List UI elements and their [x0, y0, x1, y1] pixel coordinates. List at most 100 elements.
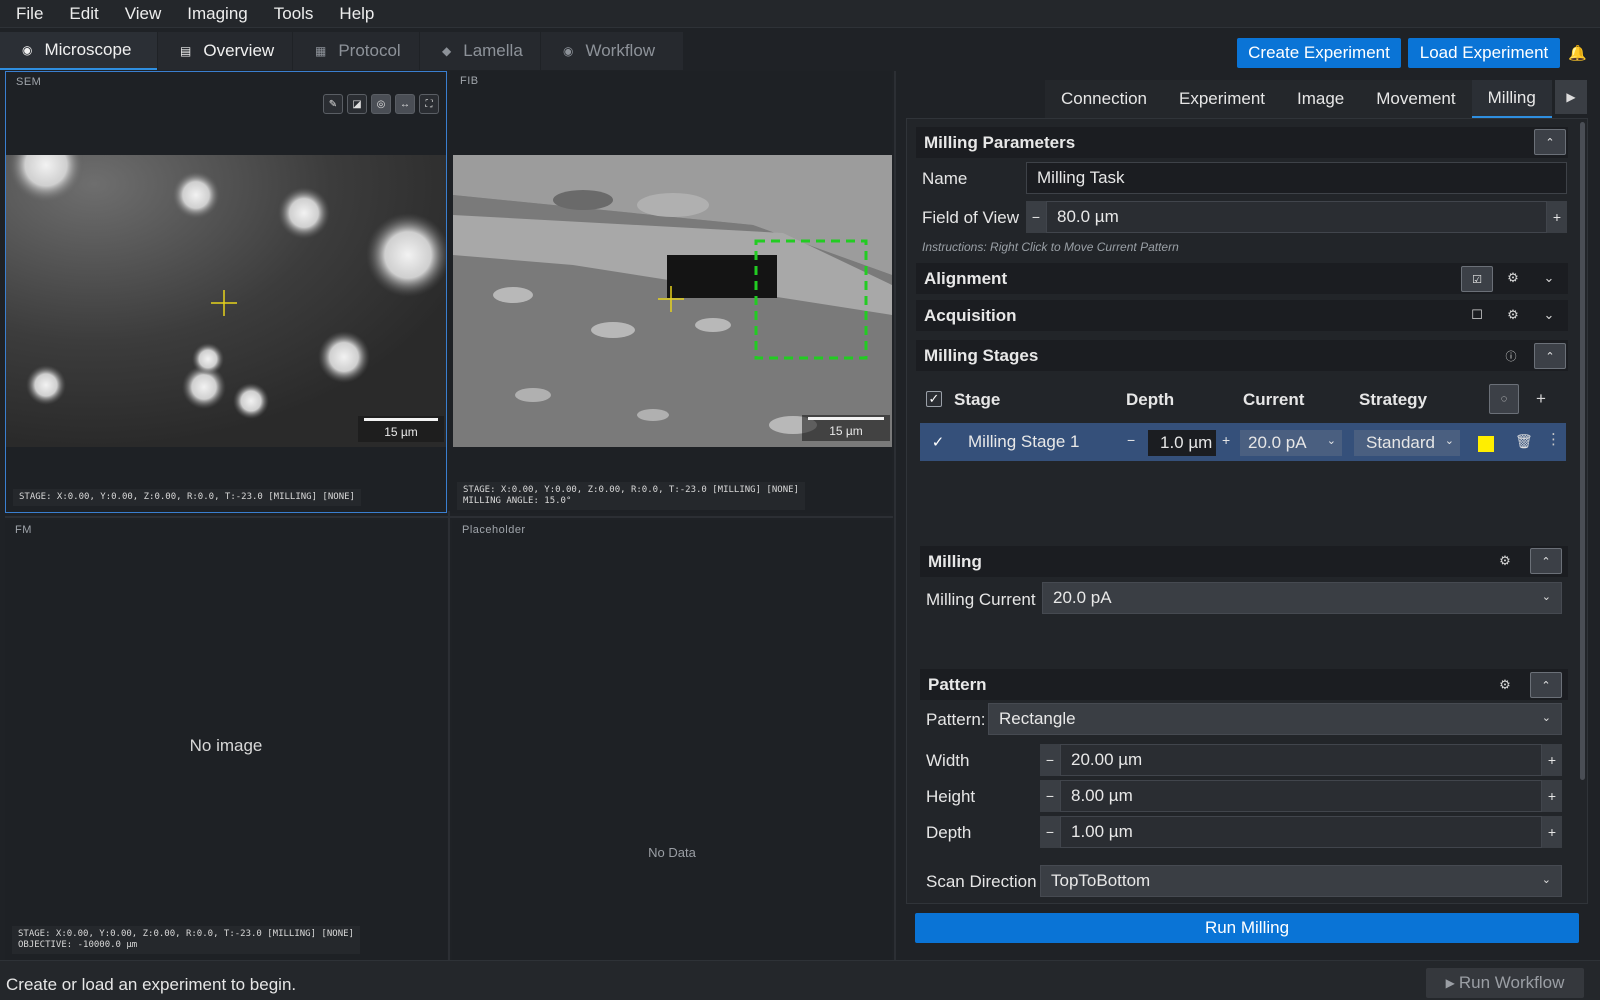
chevron-down-icon[interactable]: ⌄	[1538, 304, 1560, 326]
milling-current-select[interactable]: 20.0 pA ⌄	[1042, 582, 1562, 614]
run-milling-button[interactable]: Run Milling	[915, 913, 1579, 943]
chevron-down-icon: ⌄	[1326, 435, 1336, 447]
create-experiment-button[interactable]: Create Experiment	[1237, 38, 1401, 68]
tab-workflow[interactable]: ◉ Workflow	[541, 32, 683, 70]
fib-image[interactable]	[453, 155, 892, 447]
menu-tools[interactable]: Tools	[274, 4, 314, 24]
instructions-text: Instructions: Right Click to Move Curren…	[922, 240, 1179, 254]
decrement-button[interactable]: −	[1040, 780, 1060, 812]
tab-image[interactable]: Image	[1281, 80, 1361, 118]
decrement-button[interactable]: −	[1040, 744, 1060, 776]
bell-icon[interactable]: 🔔	[1568, 44, 1587, 62]
pattern-select[interactable]: Rectangle ⌄	[988, 703, 1562, 735]
collapse-chevron-up-icon[interactable]: ⌃	[1534, 343, 1566, 369]
width-spinbox[interactable]: − 20.00 µm +	[1040, 744, 1562, 776]
height-value[interactable]: 8.00 µm	[1060, 780, 1542, 812]
tab-experiment[interactable]: Experiment	[1163, 80, 1281, 118]
depth-value[interactable]: 1.00 µm	[1060, 816, 1542, 848]
scale-label: 15 µm	[384, 425, 418, 439]
increment-button[interactable]: +	[1542, 816, 1562, 848]
col-current: Current	[1243, 390, 1305, 409]
strategy-select[interactable]: Standard ⌄	[1354, 430, 1460, 456]
pencil-icon[interactable]: ✎	[323, 94, 343, 114]
sliders-icon[interactable]: ⚙	[1502, 267, 1524, 289]
menu-file[interactable]: File	[16, 4, 43, 24]
drag-handle-icon[interactable]: ⋮	[1546, 430, 1561, 448]
sem-viewer[interactable]: SEM ✎ ◪ ◎ ↔ ⛶ 15 µm STAGE: X:0.00, Y:0.0…	[5, 71, 447, 513]
increment-button[interactable]: +	[1542, 780, 1562, 812]
run-workflow-label: Run Workflow	[1458, 973, 1565, 992]
tab-milling[interactable]: Milling	[1471, 80, 1552, 118]
width-label: Width	[926, 751, 970, 770]
fov-value[interactable]: 80.0 µm	[1046, 201, 1547, 233]
collapse-chevron-up-icon[interactable]: ⌃	[1534, 129, 1566, 155]
load-experiment-button[interactable]: Load Experiment	[1408, 38, 1560, 68]
ruler-icon[interactable]: ↔	[395, 94, 415, 114]
objective-line: OBJECTIVE: -10000.0 µm	[18, 940, 138, 950]
scan-direction-select[interactable]: TopToBottom ⌄	[1040, 865, 1562, 897]
sliders-icon[interactable]: ⚙	[1494, 674, 1516, 696]
chevron-right-icon[interactable]: ▶	[1555, 80, 1587, 114]
tab-protocol[interactable]: ▦ Protocol	[293, 32, 419, 70]
height-spinbox[interactable]: − 8.00 µm +	[1040, 780, 1562, 812]
splitter-main[interactable]	[894, 71, 896, 963]
run-workflow-button[interactable]: ▶ Run Workflow	[1426, 968, 1584, 998]
fov-spinbox[interactable]: − 80.0 µm +	[1026, 201, 1567, 233]
sliders-icon[interactable]: ⚙	[1502, 304, 1524, 326]
chevron-down-icon: ⌄	[1541, 591, 1551, 603]
microscope-icon: ◉	[22, 43, 33, 57]
trash-icon[interactable]: 🗑	[1515, 433, 1533, 450]
stage-color-swatch[interactable]	[1478, 436, 1494, 452]
sem-image[interactable]	[6, 155, 446, 447]
decrement-button[interactable]: −	[1040, 816, 1060, 848]
add-stage-icon[interactable]: +	[1530, 388, 1552, 410]
pattern-value: Rectangle	[999, 709, 1076, 728]
tab-microscope[interactable]: ◉ Microscope	[0, 32, 157, 70]
depth-increment[interactable]: +	[1222, 432, 1230, 448]
increment-button[interactable]: +	[1547, 201, 1567, 233]
chevron-down-icon[interactable]: ⌄	[1538, 267, 1560, 289]
info-icon[interactable]: ⓘ	[1500, 345, 1522, 367]
depth-decrement[interactable]: −	[1127, 432, 1135, 448]
width-value[interactable]: 20.00 µm	[1060, 744, 1542, 776]
stage-status-line: STAGE: X:0.00, Y:0.00, Z:0.00, R:0.0, T:…	[463, 485, 799, 495]
contrast-icon[interactable]: ◪	[347, 94, 367, 114]
menu-view[interactable]: View	[125, 4, 162, 24]
viewer-label: SEM	[16, 76, 42, 88]
name-input[interactable]: Milling Task	[1026, 162, 1567, 194]
collapse-chevron-up-icon[interactable]: ⌃	[1530, 548, 1562, 574]
stage-checkbox[interactable]: ✓	[930, 434, 946, 451]
tab-connection[interactable]: Connection	[1045, 80, 1164, 118]
fib-viewer[interactable]: FIB 15 µm STAGE: X:0.00, Y:0.00, Z:0.00,…	[450, 71, 892, 513]
square-icon[interactable]: ☐	[1466, 304, 1488, 326]
increment-button[interactable]: +	[1542, 744, 1562, 776]
scrollbar[interactable]	[1580, 122, 1585, 780]
stage-name[interactable]: Milling Stage 1	[968, 432, 1080, 452]
menu-imaging[interactable]: Imaging	[187, 4, 247, 24]
fit-screen-icon[interactable]: ⛶	[419, 94, 439, 114]
sliders-icon[interactable]: ⚙	[1494, 550, 1516, 572]
eye-off-icon[interactable]: ◌	[1489, 384, 1519, 414]
checkbox-icon[interactable]: ☑	[1461, 266, 1493, 292]
collapse-chevron-up-icon[interactable]: ⌃	[1530, 672, 1562, 698]
tab-overview[interactable]: ▤ Overview	[158, 32, 292, 70]
viewer-label: FIB	[460, 75, 479, 87]
decrement-button[interactable]: −	[1026, 201, 1046, 233]
chevron-down-icon: ⌄	[1444, 435, 1454, 447]
select-all-checkbox[interactable]: ✓	[926, 391, 942, 407]
depth-spinbox[interactable]: − 1.00 µm +	[1040, 816, 1562, 848]
scale-bar: 15 µm	[358, 416, 444, 442]
target-icon[interactable]: ◎	[371, 94, 391, 114]
section-title: Acquisition	[924, 305, 1017, 325]
menu-help[interactable]: Help	[339, 4, 374, 24]
depth-input[interactable]: 1.0 µm	[1148, 430, 1216, 456]
menu-edit[interactable]: Edit	[69, 4, 98, 24]
stage-status-line: STAGE: X:0.00, Y:0.00, Z:0.00, R:0.0, T:…	[18, 929, 354, 939]
tab-lamella[interactable]: ◆ Lamella	[420, 32, 540, 70]
tab-movement[interactable]: Movement	[1360, 80, 1472, 118]
milling-stages-header: Milling Stages	[916, 340, 1568, 371]
fm-viewer[interactable]: FM No image STAGE: X:0.00, Y:0.00, Z:0.0…	[5, 520, 447, 960]
splitter-horizontal[interactable]	[5, 516, 893, 518]
current-select[interactable]: 20.0 pA ⌄	[1240, 430, 1342, 456]
splitter-vertical[interactable]	[448, 511, 450, 963]
